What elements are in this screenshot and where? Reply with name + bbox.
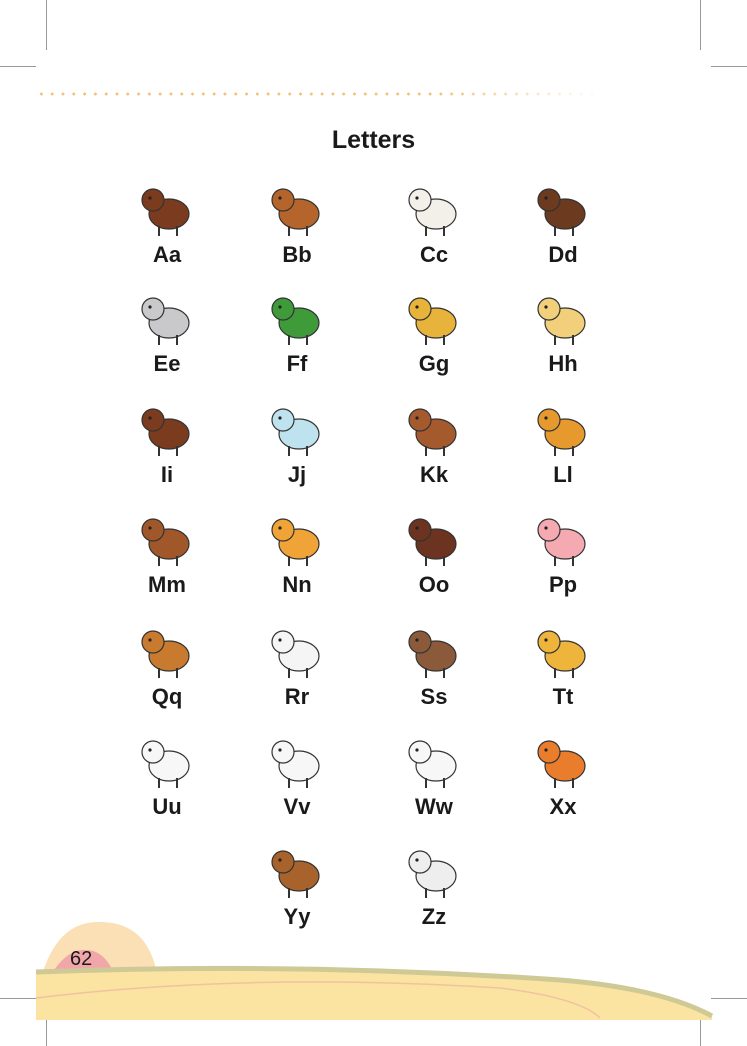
- dove-icon: [271, 740, 320, 788]
- queen-bee-icon: [141, 630, 190, 678]
- letter-card: Kk: [369, 398, 499, 498]
- cow-icon: [408, 188, 457, 236]
- crop-mark: [0, 66, 36, 67]
- letter-label: Rr: [284, 684, 310, 709]
- letter-card: Mm: [102, 508, 232, 608]
- yak-icon: [271, 850, 320, 898]
- letter-card: Qq: [102, 620, 232, 720]
- letter-label: Qq: [151, 684, 183, 709]
- elephant-icon: [141, 297, 190, 345]
- monkey-icon: [141, 518, 190, 566]
- ox-icon: [408, 518, 457, 566]
- letter-label: Oo: [418, 572, 450, 597]
- letter-label: Bb: [282, 242, 312, 267]
- insect-beetle-icon: [141, 408, 190, 456]
- letter-label: Ii: [160, 462, 174, 487]
- letter-label: Pp: [548, 572, 578, 597]
- letter-card: Hh: [498, 287, 628, 387]
- zebra-icon: [408, 850, 457, 898]
- letter-card: Ss: [369, 620, 499, 720]
- letter-card: Jj: [232, 398, 362, 498]
- letter-label: Ww: [415, 794, 453, 819]
- letter-label: Cc: [419, 242, 449, 267]
- letter-label: Gg: [418, 351, 450, 376]
- bear-icon: [271, 188, 320, 236]
- letter-card: Oo: [369, 508, 499, 608]
- letter-label: Nn: [282, 572, 312, 597]
- page-number: 62: [70, 948, 93, 970]
- letter-card: Ww: [369, 730, 499, 830]
- crop-mark: [711, 66, 747, 67]
- kangaroo-icon: [408, 408, 457, 456]
- letter-card: Ee: [102, 287, 232, 387]
- letter-card: Tt: [498, 620, 628, 720]
- tiger-icon: [537, 630, 586, 678]
- letter-label: Ss: [420, 684, 448, 709]
- letter-label: Jj: [287, 462, 307, 487]
- letter-label: Ee: [153, 351, 181, 376]
- letter-label: Hh: [548, 351, 578, 376]
- letter-label: Uu: [152, 794, 182, 819]
- lion-icon: [537, 408, 586, 456]
- swan-icon: [408, 740, 457, 788]
- letter-card: Pp: [498, 508, 628, 608]
- duck-icon: [141, 740, 190, 788]
- letter-card: Nn: [232, 508, 362, 608]
- letter-label: Kk: [419, 462, 449, 487]
- hen-icon: [537, 297, 586, 345]
- frog-icon: [271, 297, 320, 345]
- letter-card: Dd: [498, 178, 628, 278]
- letter-card: Rr: [232, 620, 362, 720]
- rabbit-icon: [271, 630, 320, 678]
- letter-card: Ii: [102, 398, 232, 498]
- pig-icon: [537, 518, 586, 566]
- dotted-divider: [36, 92, 606, 96]
- dog-icon: [537, 188, 586, 236]
- letter-card: Aa: [102, 178, 232, 278]
- letter-card: Uu: [102, 730, 232, 830]
- ant-icon: [141, 188, 190, 236]
- letter-label: Ff: [286, 351, 308, 376]
- letter-label: Dd: [548, 242, 578, 267]
- footer-decoration: [35, 921, 714, 1020]
- letter-label: Vv: [283, 794, 311, 819]
- letter-label: Aa: [152, 242, 182, 267]
- crop-mark: [700, 0, 701, 50]
- letter-label: Xx: [549, 794, 577, 819]
- letter-card: Gg: [369, 287, 499, 387]
- giraffe-icon: [408, 297, 457, 345]
- letter-card: Cc: [369, 178, 499, 278]
- crop-mark: [46, 0, 47, 50]
- snake-icon: [408, 630, 457, 678]
- letter-label: Ll: [553, 462, 573, 487]
- letter-card: Ff: [232, 287, 362, 387]
- bird-icon: [271, 518, 320, 566]
- jellyfish-icon: [271, 408, 320, 456]
- letter-label: Mm: [148, 572, 186, 597]
- page-title: Letters: [331, 126, 416, 154]
- letter-label: Tt: [552, 684, 574, 709]
- letter-card: Bb: [232, 178, 362, 278]
- letter-card: Ll: [498, 398, 628, 498]
- letter-card: Xx: [498, 730, 628, 830]
- fox-icon: [537, 740, 586, 788]
- letter-card: Vv: [232, 730, 362, 830]
